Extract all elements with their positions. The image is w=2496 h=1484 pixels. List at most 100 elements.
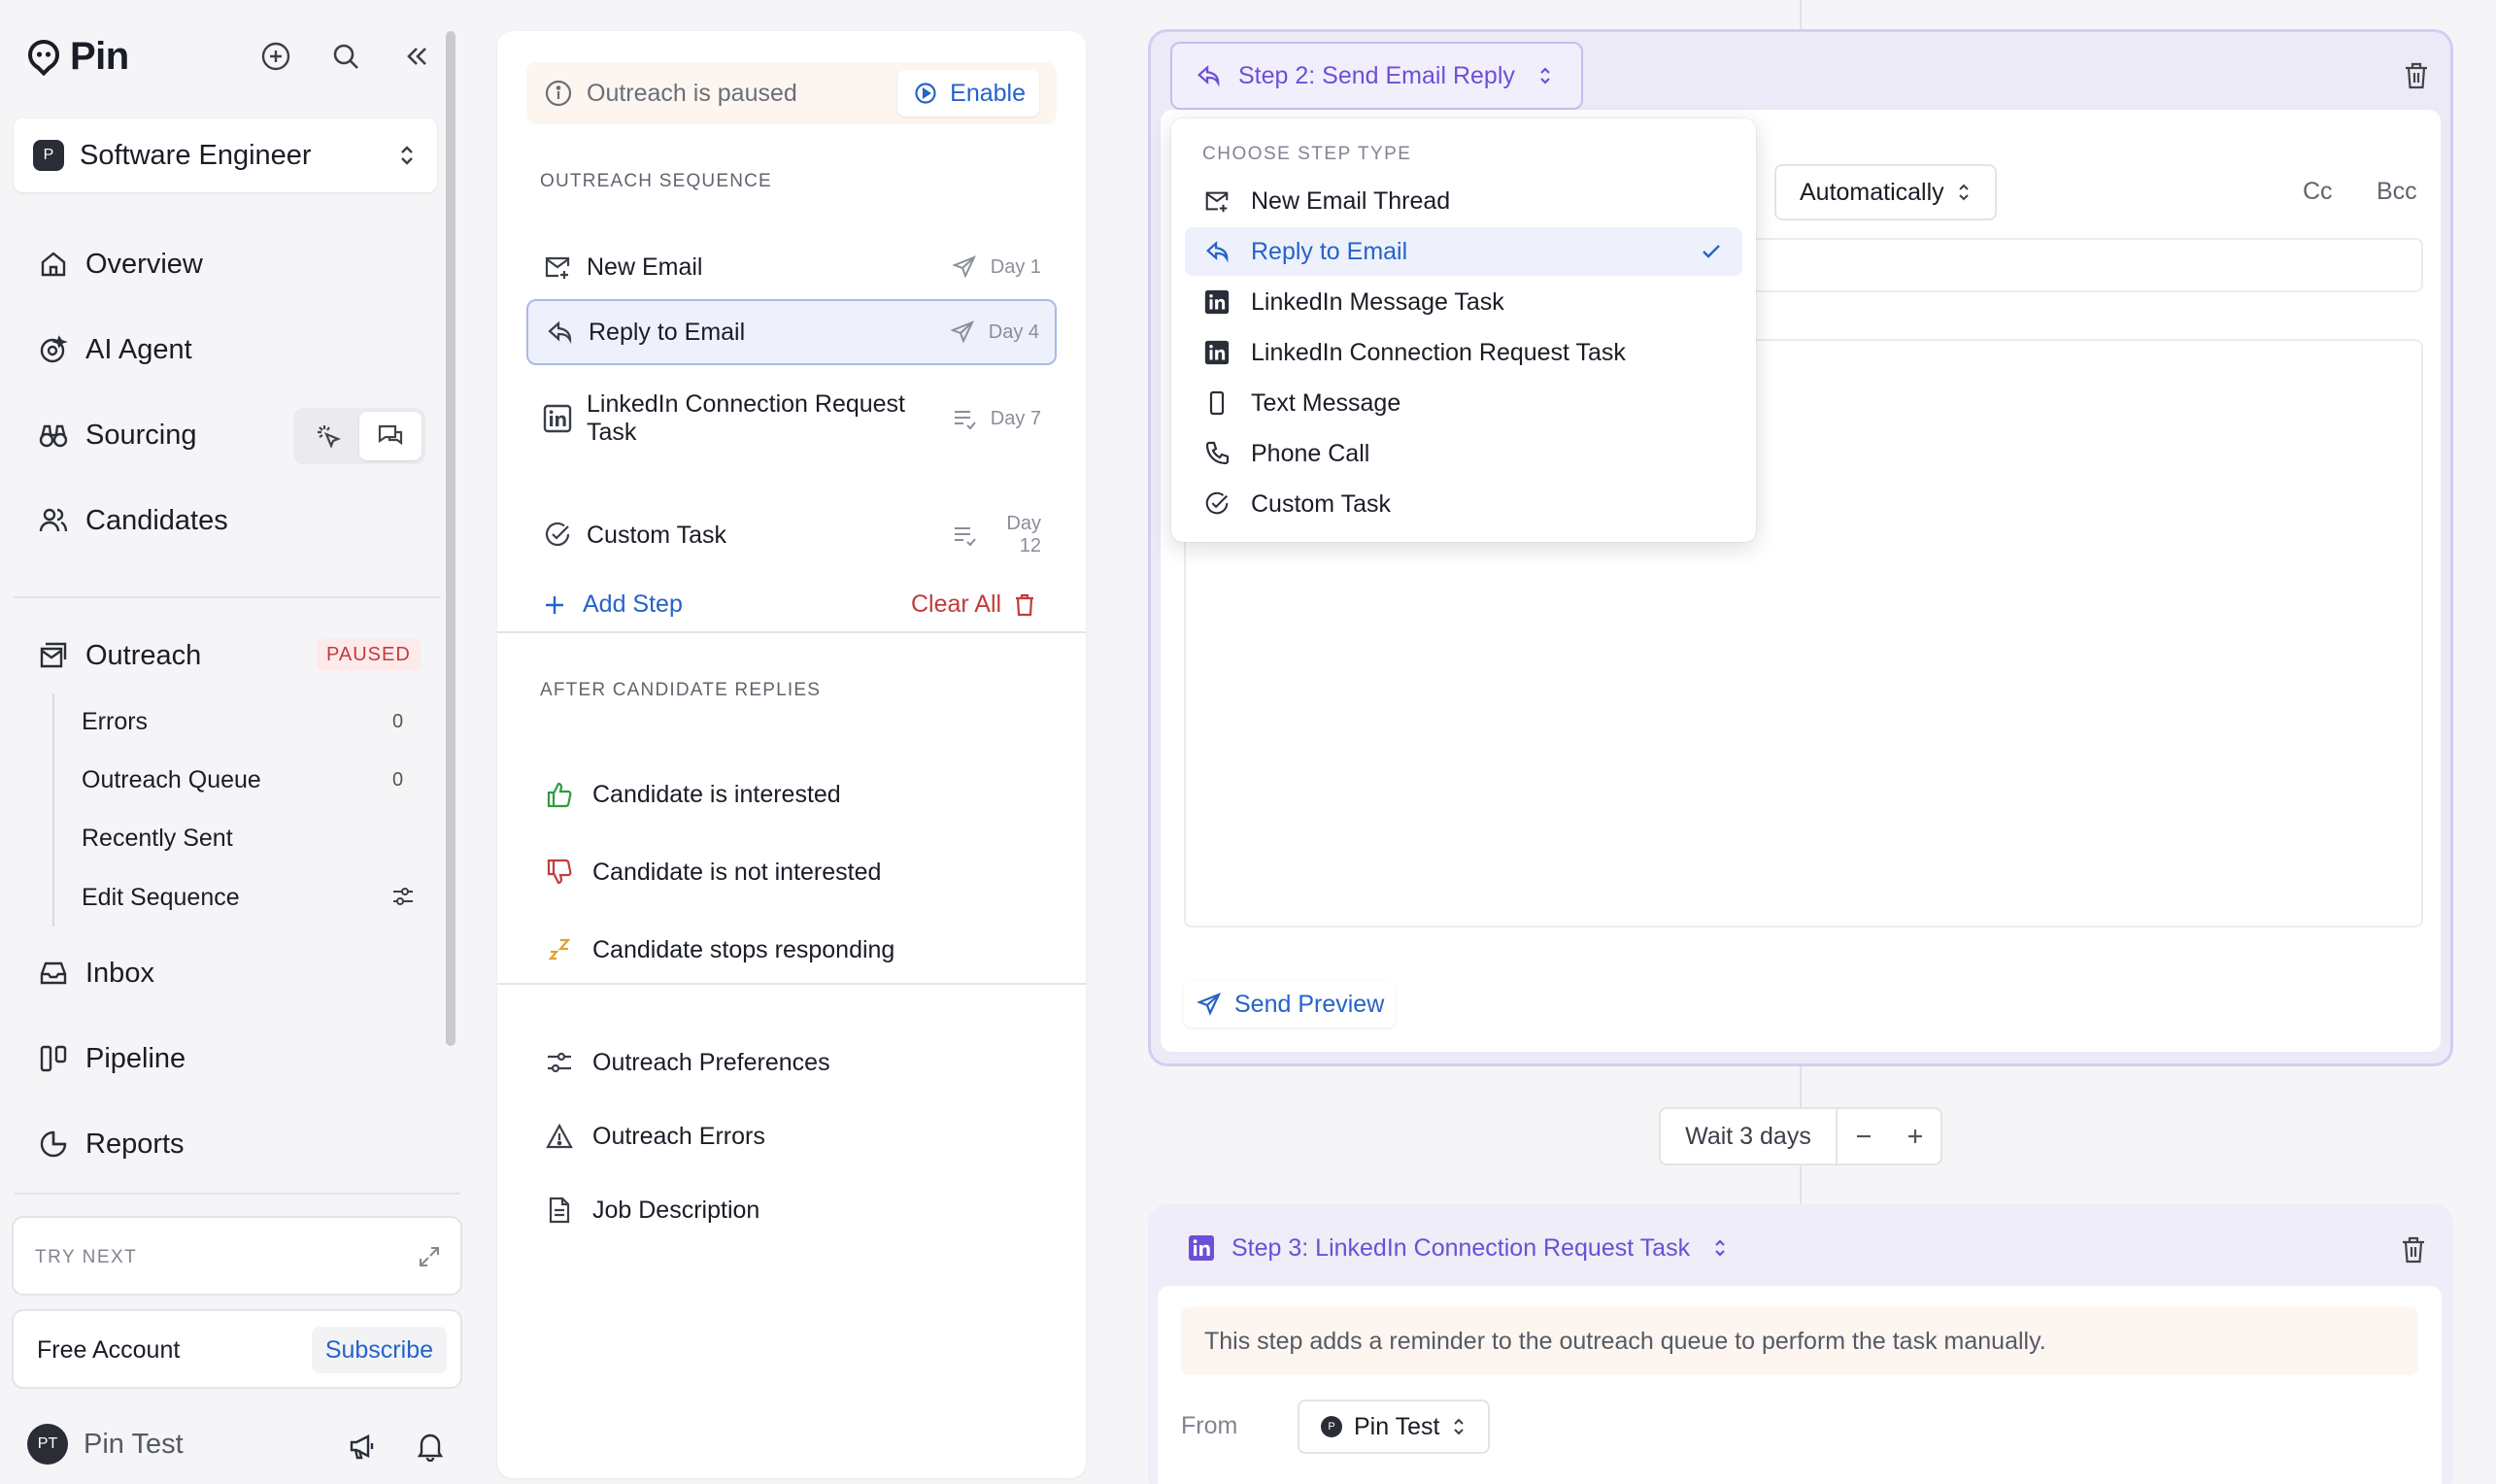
reply-interested[interactable]: Candidate is interested xyxy=(544,779,841,810)
nav-errors[interactable]: Errors xyxy=(82,708,148,736)
sequence-panel: Outreach is paused Enable OUTREACH SEQUE… xyxy=(497,31,1086,1478)
inbox-icon xyxy=(37,957,70,990)
after-replies-title: AFTER CANDIDATE REPLIES xyxy=(540,680,822,700)
send-icon xyxy=(952,254,977,280)
nav-reports-label: Reports xyxy=(85,1128,185,1160)
clear-all-button[interactable]: Clear All xyxy=(911,590,1036,619)
megaphone-icon[interactable] xyxy=(346,1430,379,1463)
sidebar-scrollbar[interactable] xyxy=(446,31,455,1046)
sequence-step-3[interactable]: LinkedIn Connection Request Task Day 7 xyxy=(526,377,1057,460)
option-label: LinkedIn Message Task xyxy=(1251,287,1504,316)
outreach-errors-link[interactable]: Outreach Errors xyxy=(544,1121,765,1152)
plus-icon xyxy=(542,592,567,618)
option-linkedin-connection-request[interactable]: LinkedIn Connection Request Task xyxy=(1185,328,1742,377)
step-type-selector[interactable]: Step 2: Send Email Reply xyxy=(1170,42,1583,110)
play-circle-icon xyxy=(911,79,940,108)
job-selector[interactable]: P Software Engineer xyxy=(14,118,437,192)
subscribe-button[interactable]: Subscribe xyxy=(311,1327,447,1373)
bell-icon[interactable] xyxy=(414,1430,447,1463)
option-label: Reply to Email xyxy=(1251,237,1408,265)
job-description-label: Job Description xyxy=(592,1196,760,1224)
send-preview-label: Send Preview xyxy=(1234,990,1385,1018)
user-profile[interactable]: PT Pin Test xyxy=(27,1424,184,1465)
nav-ai-agent-label: AI Agent xyxy=(85,333,192,365)
account-label: Free Account xyxy=(37,1336,181,1364)
option-label: New Email Thread xyxy=(1251,186,1451,215)
option-linkedin-message-task[interactable]: LinkedIn Message Task xyxy=(1185,278,1742,326)
option-reply-to-email[interactable]: Reply to Email xyxy=(1185,227,1742,276)
nav-candidates-label: Candidates xyxy=(85,504,228,536)
job-badge: P xyxy=(33,140,64,171)
nav-pipeline-label: Pipeline xyxy=(85,1042,186,1074)
from-account-select[interactable]: P Pin Test xyxy=(1298,1400,1491,1454)
option-text-message[interactable]: Text Message xyxy=(1185,379,1742,427)
check-circle-icon xyxy=(1202,489,1231,519)
chevron-updown-icon xyxy=(1531,61,1560,90)
nav-reports[interactable]: Reports xyxy=(37,1128,185,1161)
queue-count: 0 xyxy=(392,769,404,791)
nav-candidates[interactable]: Candidates xyxy=(37,504,228,537)
reply-icon xyxy=(544,317,575,348)
brand[interactable]: Pin xyxy=(27,35,129,79)
job-description-link[interactable]: Job Description xyxy=(544,1195,759,1226)
job-title: Software Engineer xyxy=(80,139,312,171)
enable-button[interactable]: Enable xyxy=(897,70,1039,117)
collapse-sidebar-icon[interactable] xyxy=(398,39,433,74)
user-name: Pin Test xyxy=(84,1428,184,1460)
option-custom-task[interactable]: Custom Task xyxy=(1185,480,1742,528)
reply-not-interested[interactable]: Candidate is not interested xyxy=(544,857,881,888)
errors-count: 0 xyxy=(392,711,404,732)
nav-outreach[interactable]: Outreach xyxy=(37,639,201,672)
sequence-step-4[interactable]: Custom Task Day 12 xyxy=(526,503,1057,567)
nav-inbox-label: Inbox xyxy=(85,957,154,989)
nav-recently-sent[interactable]: Recently Sent xyxy=(82,825,233,853)
delete-step-icon[interactable] xyxy=(2402,61,2431,90)
task-list-icon xyxy=(952,406,977,431)
nav-inbox[interactable]: Inbox xyxy=(37,957,154,990)
chat-bubbles-icon[interactable] xyxy=(359,412,422,460)
sidebar-divider xyxy=(14,1193,460,1195)
wait-label: Wait 3 days xyxy=(1661,1109,1838,1164)
option-phone-call[interactable]: Phone Call xyxy=(1185,429,1742,478)
reply-not-interested-label: Candidate is not interested xyxy=(592,858,882,886)
add-circle-icon[interactable] xyxy=(258,39,293,74)
nav-overview[interactable]: Overview xyxy=(37,248,203,281)
minus-icon[interactable] xyxy=(1838,1126,1889,1147)
nav-ai-agent[interactable]: AI Agent xyxy=(37,333,192,366)
step-3-type-selector[interactable]: Step 3: LinkedIn Connection Request Task xyxy=(1187,1233,1735,1263)
plus-icon[interactable] xyxy=(1889,1126,1940,1147)
subject-field[interactable] xyxy=(1743,238,2423,292)
chevron-updown-icon xyxy=(1705,1233,1735,1263)
sidebar: Pin P Software Engineer Overview AI Agen… xyxy=(0,0,462,1484)
reply-stops-responding[interactable]: Candidate stops responding xyxy=(544,934,894,965)
nav-edit-sequence[interactable]: Edit Sequence xyxy=(82,884,240,912)
cursor-click-icon[interactable] xyxy=(297,412,359,460)
nav-sourcing[interactable]: Sourcing xyxy=(37,419,196,452)
expand-icon[interactable] xyxy=(416,1243,443,1270)
nav-pipeline[interactable]: Pipeline xyxy=(37,1042,186,1075)
outreach-preferences-link[interactable]: Outreach Preferences xyxy=(544,1047,830,1078)
try-next-card[interactable]: TRY NEXT xyxy=(12,1216,462,1296)
cc-toggle[interactable]: Cc xyxy=(2303,178,2333,206)
send-preview-button[interactable]: Send Preview xyxy=(1184,981,1397,1028)
bcc-toggle[interactable]: Bcc xyxy=(2377,178,2417,206)
nav-outreach-queue[interactable]: Outreach Queue xyxy=(82,766,261,794)
sequence-step-1[interactable]: New Email Day 1 xyxy=(526,235,1057,299)
step-name: LinkedIn Connection Request Task xyxy=(587,390,906,446)
info-icon xyxy=(544,79,573,108)
sidebar-divider xyxy=(14,596,441,598)
thumbs-down-icon xyxy=(544,857,575,888)
sequence-step-2[interactable]: Reply to Email Day 4 xyxy=(526,299,1057,365)
add-step-button[interactable]: Add Step xyxy=(542,590,683,619)
sourcing-mode-toggle[interactable] xyxy=(293,408,425,464)
brand-name: Pin xyxy=(70,35,129,78)
binoculars-icon xyxy=(37,419,70,452)
phone-device-icon xyxy=(1202,388,1231,418)
reply-interested-label: Candidate is interested xyxy=(592,780,841,808)
search-icon[interactable] xyxy=(328,39,363,74)
delete-step-icon[interactable] xyxy=(2399,1235,2428,1265)
account-badge: P xyxy=(1321,1416,1342,1437)
option-new-email-thread[interactable]: New Email Thread xyxy=(1185,177,1742,225)
send-mode-select[interactable]: Automatically xyxy=(1774,164,1997,220)
step-day: Day 1 xyxy=(990,255,1041,278)
